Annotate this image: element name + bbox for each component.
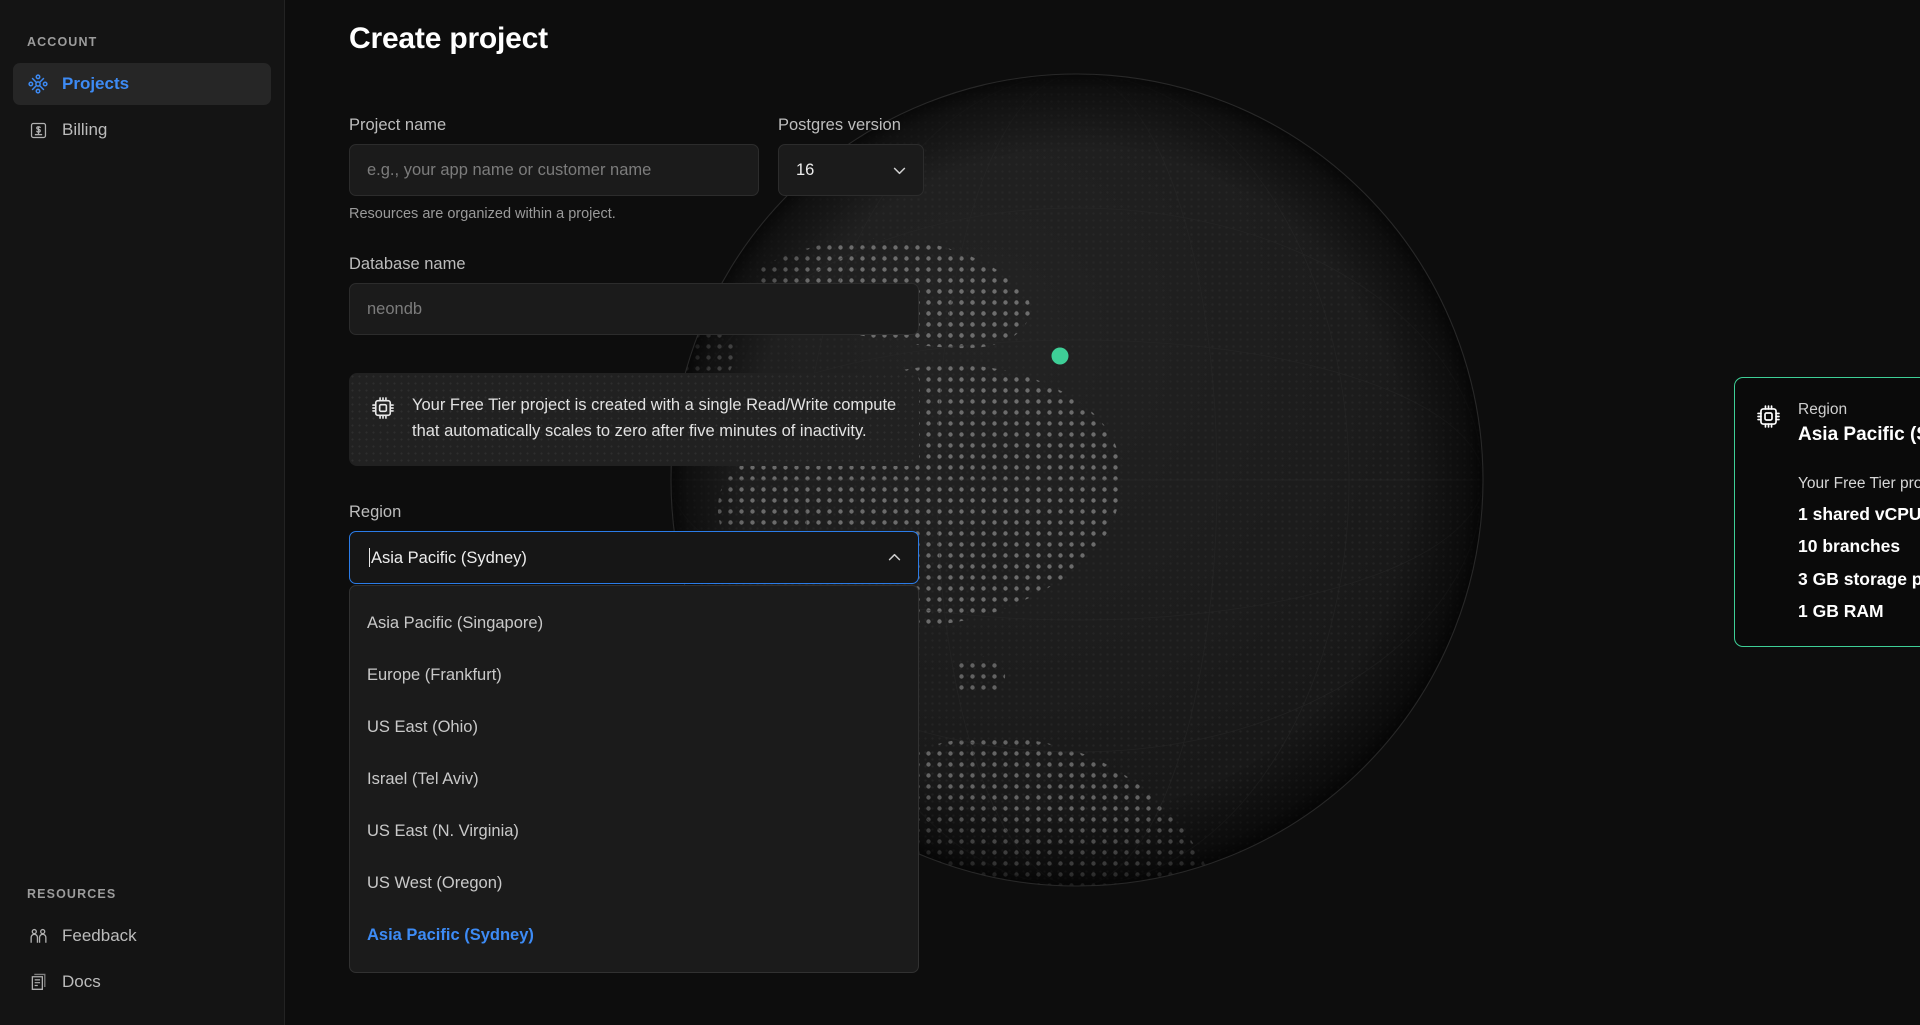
tooltip-spec-vcpu: 1 shared vCPU: [1798, 503, 1920, 524]
docs-pages-icon: [27, 971, 49, 993]
database-name-input[interactable]: [349, 283, 919, 335]
sidebar-item-billing-label: Billing: [62, 120, 108, 139]
postgres-version-label: Postgres version: [778, 116, 901, 134]
sidebar-account-section: ACCOUNT Projects Billing: [0, 0, 284, 151]
sidebar-item-projects[interactable]: Projects: [13, 63, 271, 105]
postgres-version-field-group: Postgres version 16: [778, 116, 924, 222]
postgres-version-select[interactable]: 16: [778, 144, 924, 196]
database-name-label: Database name: [349, 255, 466, 273]
region-option[interactable]: US East (Ohio): [350, 701, 918, 753]
sidebar-item-billing[interactable]: Billing: [13, 109, 271, 151]
sidebar-item-docs[interactable]: Docs: [13, 961, 271, 1003]
sidebar-account-heading: ACCOUNT: [27, 35, 98, 49]
create-project-form: Create project Project name Resources ar…: [285, 0, 925, 974]
tooltip-spec-branches: 10 branches: [1798, 536, 1901, 557]
database-name-field-group: Database name: [349, 255, 919, 335]
project-nodes-icon: [27, 73, 49, 95]
region-option-selected[interactable]: Asia Pacific (Sydney): [350, 909, 918, 961]
region-option-label: Israel (Tel Aviv): [367, 769, 479, 788]
app-root: ACCOUNT Projects Billing RESOURCES Feedb…: [0, 0, 1920, 1025]
free-tier-notice-text: Your Free Tier project is created with a…: [412, 396, 897, 440]
region-option[interactable]: US East (N. Virginia): [350, 805, 918, 857]
region-option[interactable]: Asia Pacific (Singapore): [350, 597, 918, 649]
text-caret: [369, 547, 370, 567]
project-name-hint: Resources are organized within a project…: [349, 206, 616, 222]
chevron-up-icon[interactable]: [885, 549, 903, 567]
region-select[interactable]: Asia Pacific (Sydney): [349, 531, 919, 585]
region-option-label: Asia Pacific (Singapore): [367, 613, 544, 632]
region-select-value-wrap: Asia Pacific (Sydney): [367, 547, 885, 568]
sidebar-item-projects-label: Projects: [62, 74, 130, 93]
page-title: Create project: [349, 22, 548, 55]
region-field-group: Region Asia Pacific (Sydney) Asia Pacifi…: [349, 503, 919, 974]
billing-receipt-icon: [27, 119, 49, 141]
region-option-label: Europe (Frankfurt): [367, 665, 502, 684]
cpu-chip-icon: [370, 395, 396, 421]
sidebar-account-items: Projects Billing: [0, 63, 284, 151]
sidebar-resources-items: Feedback Docs: [0, 915, 284, 1003]
postgres-version-value: 16: [796, 160, 815, 179]
region-option-label: US East (N. Virginia): [367, 821, 519, 840]
project-name-label: Project name: [349, 116, 447, 134]
sidebar-resources-section: RESOURCES Feedback Docs: [0, 887, 284, 1003]
tooltip-spec-ram: 1 GB RAM: [1798, 600, 1884, 621]
region-dropdown-list: Asia Pacific (Singapore) Europe (Frankfu…: [349, 585, 919, 974]
region-info-tooltip: Region Asia Pacific (Sydney) Your Free T…: [1734, 377, 1920, 648]
sidebar-item-docs-label: Docs: [62, 972, 101, 991]
cpu-chip-icon: [1755, 403, 1782, 430]
project-name-input[interactable]: [349, 144, 759, 196]
tooltip-body: Region Asia Pacific (Sydney) Your Free T…: [1798, 400, 1920, 622]
name-and-version-row: Project name Resources are organized wit…: [349, 116, 925, 222]
region-select-value: Asia Pacific (Sydney): [371, 548, 527, 567]
tooltip-spec-storage: 3 GB storage per branch: [1798, 568, 1920, 589]
region-label: Region: [349, 503, 402, 522]
globe-region-marker: [1051, 347, 1069, 365]
region-option[interactable]: Europe (Frankfurt): [350, 649, 918, 701]
free-tier-notice: Your Free Tier project is created with a…: [349, 373, 919, 467]
region-option-label: Asia Pacific (Sydney): [367, 925, 534, 944]
tooltip-includes-label: Your Free Tier project includes:: [1798, 474, 1920, 492]
region-option[interactable]: Israel (Tel Aviv): [350, 753, 918, 805]
sidebar-resources-heading: RESOURCES: [27, 887, 117, 901]
region-option[interactable]: US West (Oregon): [350, 857, 918, 909]
feedback-people-icon: [27, 925, 49, 947]
main-content: Create project Project name Resources ar…: [285, 0, 1920, 1025]
sidebar-item-feedback[interactable]: Feedback: [13, 915, 271, 957]
tooltip-region-value: Asia Pacific (Sydney): [1798, 423, 1920, 445]
sidebar: ACCOUNT Projects Billing RESOURCES Feedb…: [0, 0, 285, 1025]
region-option-label: US West (Oregon): [367, 873, 503, 892]
sidebar-item-feedback-label: Feedback: [62, 926, 137, 945]
region-option-label: US East (Ohio): [367, 717, 478, 736]
tooltip-region-label: Region: [1798, 401, 1848, 418]
project-name-field-group: Project name Resources are organized wit…: [349, 116, 759, 222]
chevron-down-icon: [890, 161, 908, 179]
